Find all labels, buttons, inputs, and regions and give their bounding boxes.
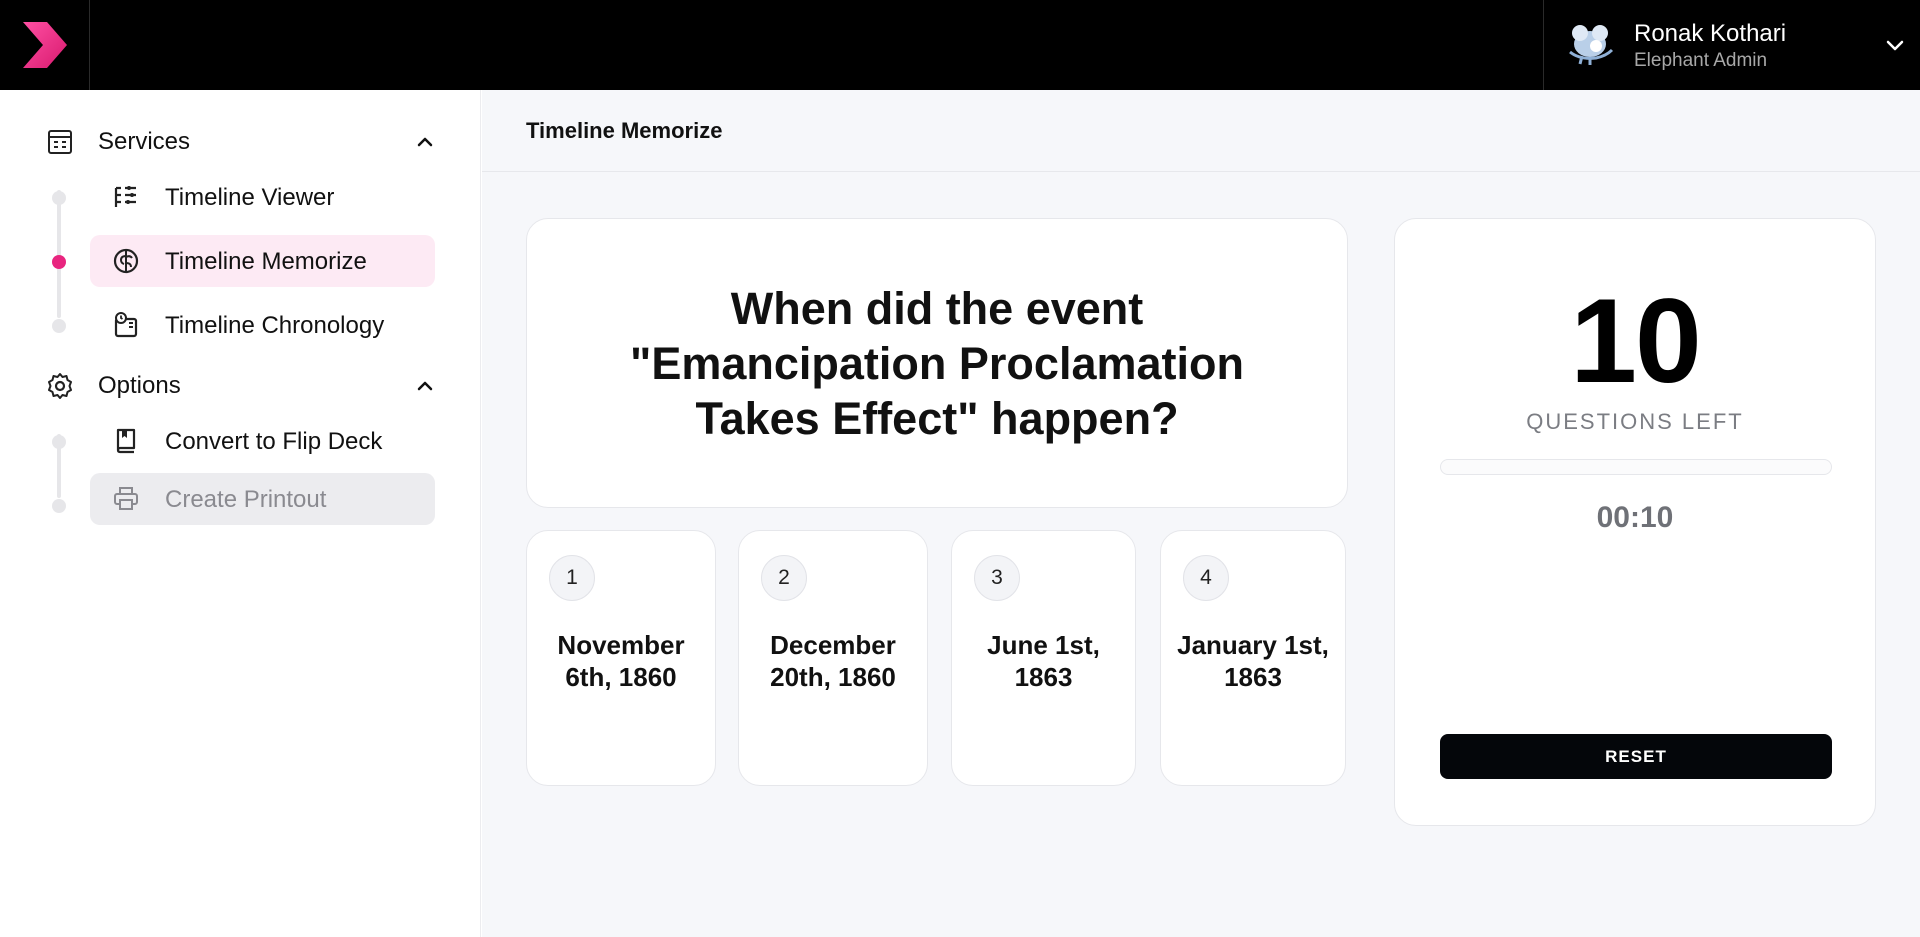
user-role: Elephant Admin <box>1634 50 1768 71</box>
sidebar-item-label: Create Printout <box>165 486 327 513</box>
question-card: When did the event "Emancipation Proclam… <box>526 218 1348 508</box>
sidebar-dot <box>52 435 66 449</box>
user-name: Ronak Kothari <box>1634 20 1787 47</box>
sidebar-item-label: Timeline Chronology <box>165 312 385 339</box>
sidebar-item-convert-to-flip-deck[interactable]: Convert to Flip Deck <box>90 415 435 467</box>
sidebar-dot <box>52 319 66 333</box>
page-title: Timeline Memorize <box>526 118 723 143</box>
chevron-down-icon[interactable] <box>1884 34 1906 56</box>
chevron-up-icon[interactable] <box>414 375 436 397</box>
answer-card-4[interactable]: 4 January 1st, 1863 <box>1160 530 1346 786</box>
sidebar-item-timeline-viewer[interactable]: Timeline Viewer <box>90 171 435 223</box>
sidebar-item-label: Timeline Memorize <box>165 248 367 275</box>
calculator-icon <box>48 130 72 154</box>
answer-card-1[interactable]: 1 November 6th, 1860 <box>526 530 716 786</box>
reset-button[interactable]: RESET <box>1440 734 1832 779</box>
sidebar-item-label: Timeline Viewer <box>165 184 335 211</box>
answer-card-2[interactable]: 2 December 20th, 1860 <box>738 530 928 786</box>
avatar <box>1569 25 1614 65</box>
answer-number: 2 <box>761 555 807 601</box>
sidebar-dot <box>52 499 66 513</box>
top-bar: Ronak Kothari Elephant Admin <box>0 0 1920 90</box>
questions-left-label: QUESTIONS LEFT <box>1526 409 1744 434</box>
logo[interactable] <box>0 0 90 90</box>
book-icon <box>116 428 136 454</box>
timer: 00:10 <box>1596 501 1674 534</box>
answer-date: January 1st, 1863 <box>1177 630 1329 692</box>
sidebar-rail <box>57 190 61 318</box>
progress-bar <box>1440 459 1832 475</box>
page-header: Timeline Memorize <box>482 90 1920 172</box>
answer-date: June 1st, 1863 <box>987 630 1100 692</box>
answer-number: 1 <box>549 555 595 601</box>
answer-number: 3 <box>974 555 1020 601</box>
answer-date: December 20th, 1860 <box>770 630 896 692</box>
questions-left-count: 10 <box>1570 274 1701 408</box>
chevron-logo-icon <box>22 22 67 68</box>
gear-icon <box>48 373 72 399</box>
sidebar-item-timeline-chronology[interactable]: Timeline Chronology <box>90 299 435 351</box>
answer-card-3[interactable]: 3 June 1st, 1863 <box>951 530 1136 786</box>
main-content: Timeline Memorize When did the event "Em… <box>482 90 1920 937</box>
sidebar-section-services[interactable]: Services <box>46 122 436 162</box>
sidebar-item-timeline-memorize[interactable]: Timeline Memorize <box>90 235 435 287</box>
sidebar-dot-active <box>52 255 66 269</box>
printer-icon <box>114 487 138 510</box>
list-filter-icon <box>114 186 136 207</box>
chevron-up-icon[interactable] <box>414 131 436 153</box>
answer-number: 4 <box>1183 555 1229 601</box>
sidebar-section-options[interactable]: Options <box>46 366 436 406</box>
brain-icon <box>113 248 139 274</box>
answer-date: November 6th, 1860 <box>557 630 685 692</box>
status-card: 10 QUESTIONS LEFT 00:10 RESET <box>1394 218 1876 826</box>
sidebar-item-create-printout[interactable]: Create Printout <box>90 473 435 525</box>
user-menu[interactable]: Ronak Kothari Elephant Admin <box>1543 0 1920 90</box>
sidebar-section-label: Services <box>98 128 191 155</box>
sidebar: Services Timeline Viewer Timeline Memori… <box>0 90 481 937</box>
timer-board-icon <box>114 312 138 338</box>
sidebar-item-label: Convert to Flip Deck <box>165 428 383 455</box>
sidebar-section-label: Options <box>98 372 181 399</box>
sidebar-dot <box>52 191 66 205</box>
question-text: When did the event "Emancipation Proclam… <box>630 282 1244 444</box>
